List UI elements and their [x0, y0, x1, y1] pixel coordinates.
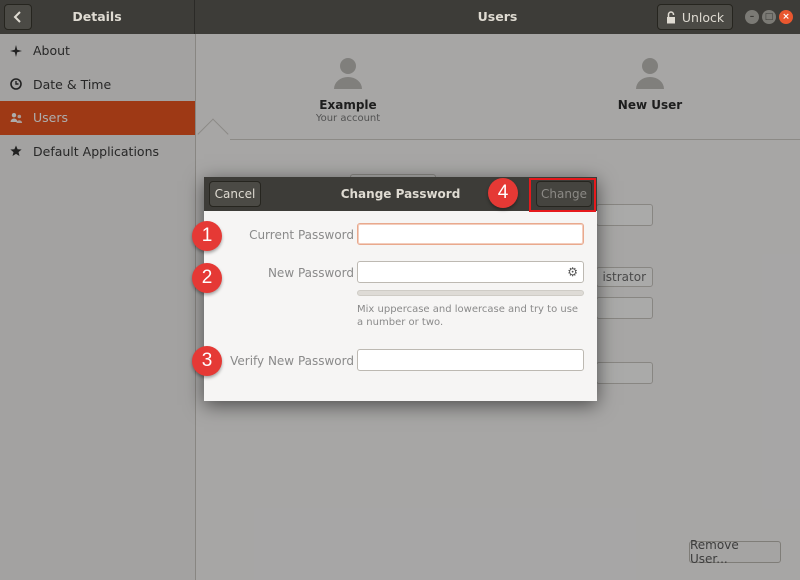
new-password-label: New Password	[267, 266, 354, 280]
password-strength-bar	[357, 290, 584, 296]
unlock-label: Unlock	[681, 9, 725, 25]
password-hint: Mix uppercase and lowercase and try to u…	[357, 304, 579, 328]
callout-badge-2: 2	[192, 263, 222, 293]
content-header: Users Unlock – □ ×	[195, 0, 800, 34]
verify-password-input[interactable]	[357, 349, 584, 371]
window-controls: – □ ×	[745, 10, 793, 24]
callout-badge-1: 1	[192, 221, 222, 251]
callout-badge-4: 4	[488, 178, 518, 208]
minimize-button[interactable]: –	[745, 10, 759, 24]
current-password-label: Current Password	[249, 228, 354, 242]
new-password-input[interactable]: ⚙	[357, 261, 584, 283]
header-bar: Details Users Unlock – □ ×	[0, 0, 800, 34]
sidebar-title: Details	[72, 9, 122, 24]
change-button-highlight	[529, 178, 596, 212]
gear-icon[interactable]: ⚙	[567, 265, 578, 279]
sidebar-header: Details	[0, 0, 195, 34]
callout-badge-3: 3	[192, 346, 222, 376]
lock-icon	[666, 10, 675, 23]
unlock-button[interactable]: Unlock	[657, 4, 733, 30]
maximize-button[interactable]: □	[762, 10, 776, 24]
verify-password-label: Verify New Password	[230, 354, 354, 368]
close-button[interactable]: ×	[779, 10, 793, 24]
current-password-input[interactable]	[357, 223, 584, 245]
